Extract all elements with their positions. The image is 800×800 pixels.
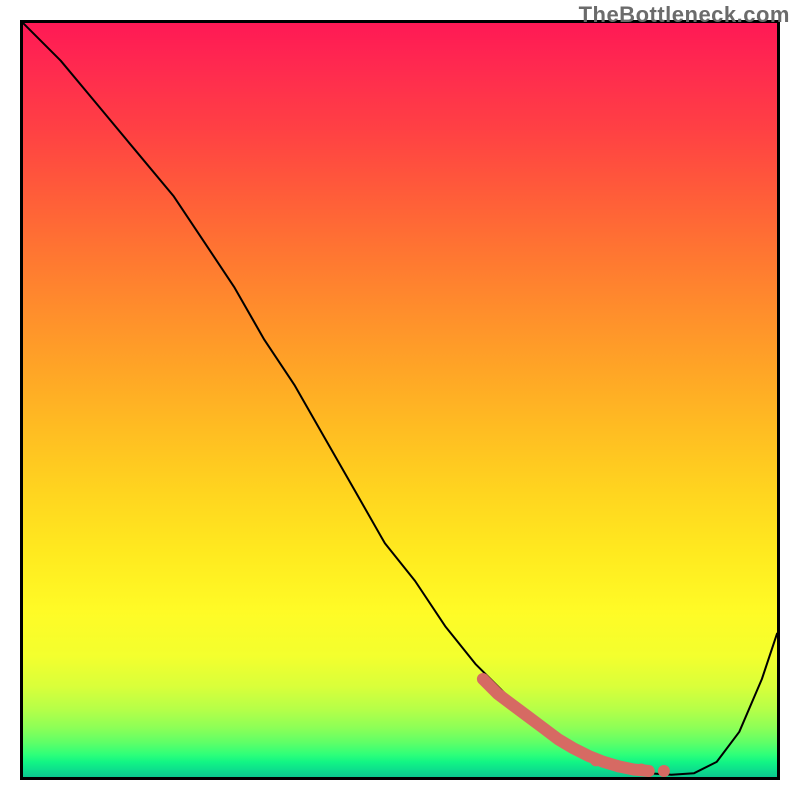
chart-container: TheBottleneck.com bbox=[0, 0, 800, 800]
highlight-dot bbox=[658, 765, 670, 777]
chart-overlay-svg bbox=[23, 23, 777, 777]
highlight-segment bbox=[483, 679, 649, 771]
highlight-dot bbox=[590, 754, 602, 766]
curve-line bbox=[23, 23, 777, 775]
watermark-text: TheBottleneck.com bbox=[579, 2, 790, 28]
plot-area bbox=[20, 20, 780, 780]
highlight-dot bbox=[613, 760, 625, 772]
highlight-dot bbox=[635, 764, 647, 776]
